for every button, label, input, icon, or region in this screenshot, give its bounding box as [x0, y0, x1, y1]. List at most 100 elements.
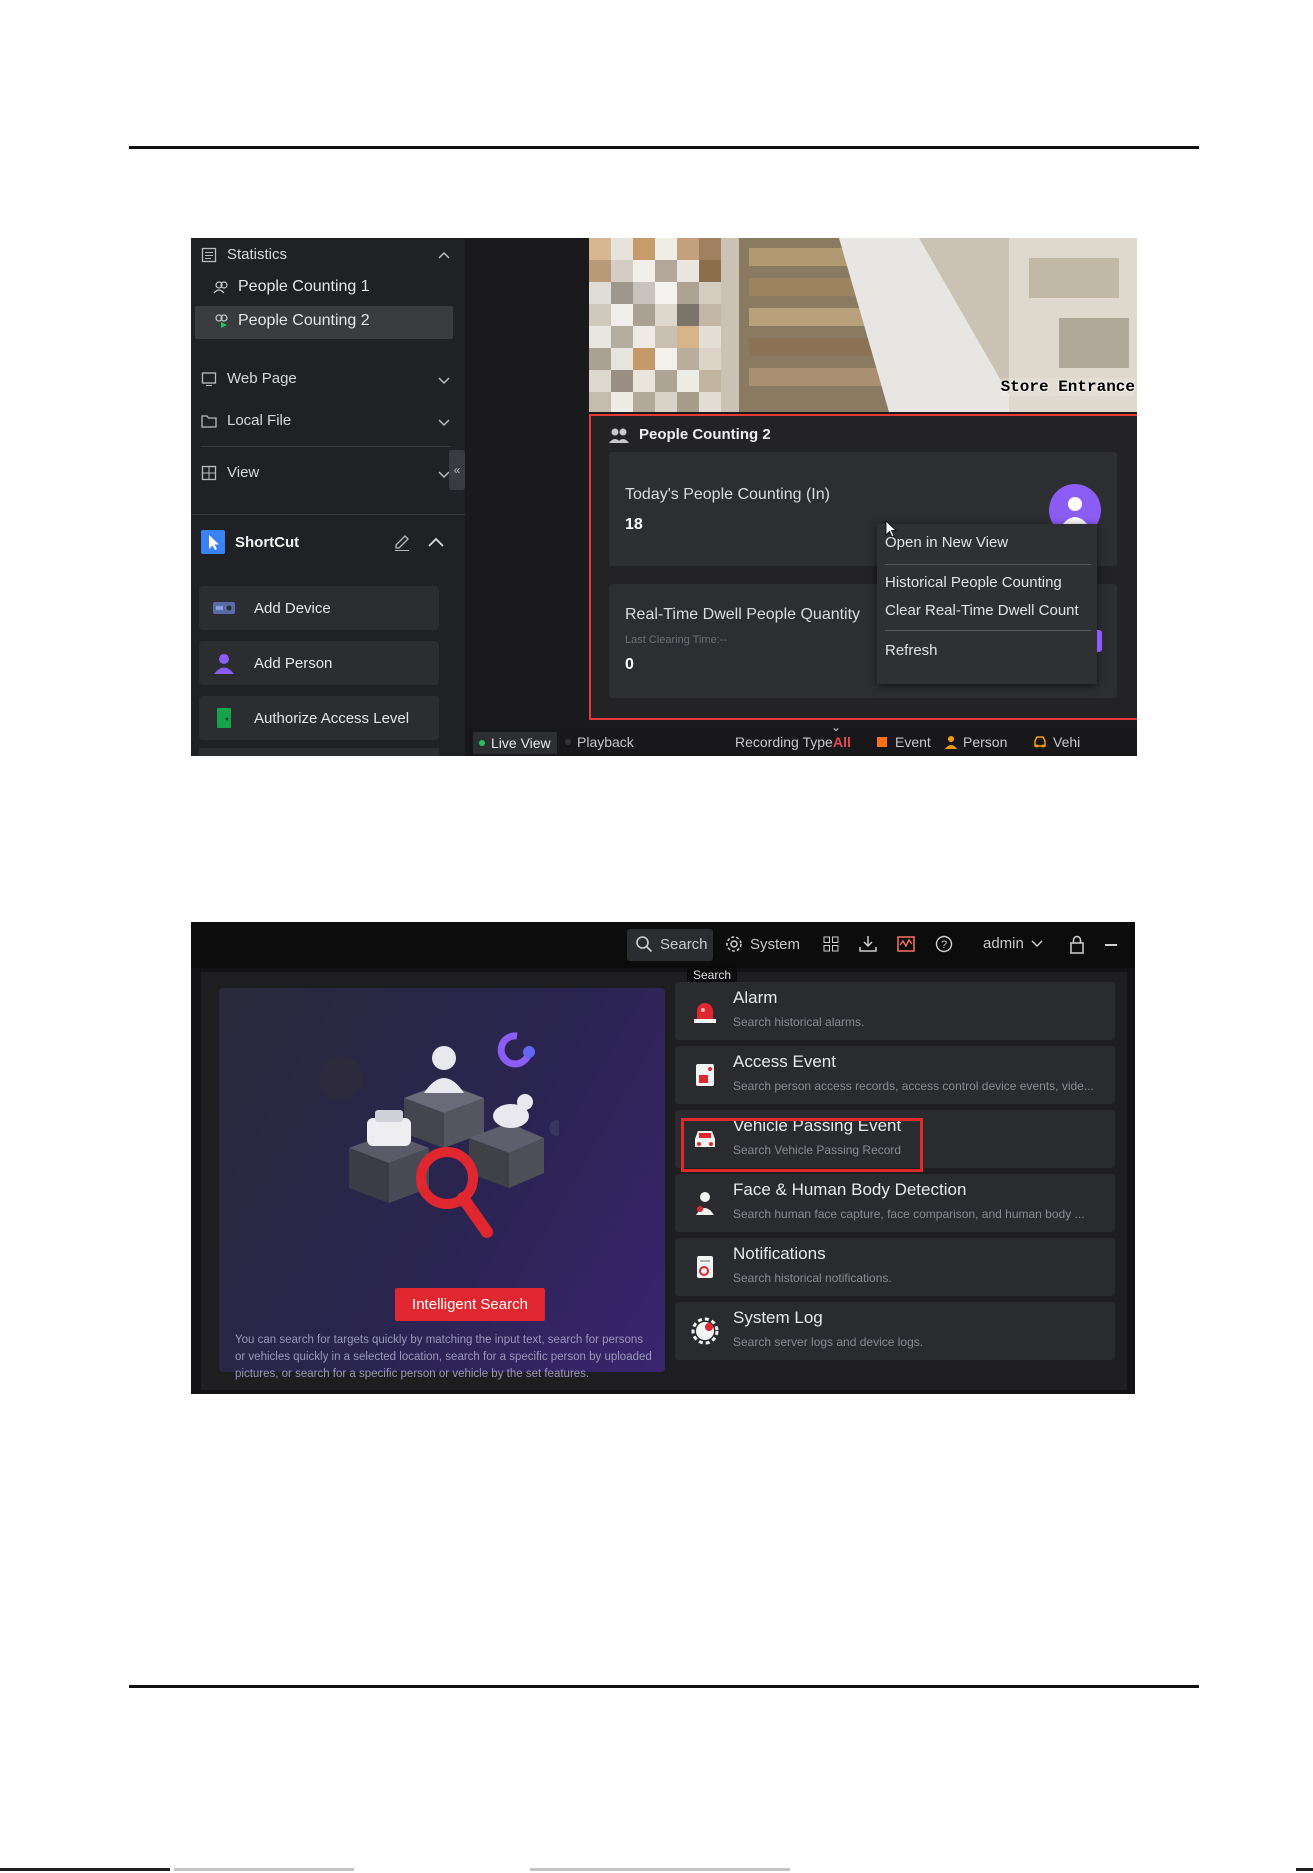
- system-label: System: [750, 935, 801, 953]
- chevron-down-icon[interactable]: [437, 418, 451, 428]
- playback-tab[interactable]: Playback: [565, 734, 634, 750]
- shortcut-next-item-edge: [199, 748, 439, 756]
- camera-video-feed[interactable]: Store Entrance: [589, 238, 1137, 412]
- live-view-label: Live View: [491, 735, 551, 751]
- gear-icon: [726, 936, 742, 952]
- sidebar-section-local-file[interactable]: Local File: [201, 412, 291, 429]
- help-icon[interactable]: ?: [935, 935, 953, 953]
- authorize-access-level-label: Authorize Access Level: [254, 709, 410, 727]
- live-dot-icon: [479, 740, 485, 746]
- category-title: Notifications: [733, 1244, 826, 1263]
- today-people-counting-value: 18: [625, 516, 643, 533]
- chevron-down-icon: [1031, 940, 1043, 947]
- sidebar-item-label: People Counting 1: [238, 278, 370, 295]
- person-icon: [214, 654, 234, 674]
- collapse-sidebar-button[interactable]: «: [449, 450, 465, 490]
- alarm-panel-icon[interactable]: [897, 935, 915, 953]
- category-desc: Search human face capture, face comparis…: [733, 1207, 1085, 1221]
- category-title: Access Event: [733, 1052, 836, 1071]
- menu-item-historical-people-counting[interactable]: Historical People Counting: [885, 574, 1062, 591]
- people-icon: [213, 281, 228, 294]
- chevron-up-icon[interactable]: [437, 250, 451, 260]
- search-icon: [636, 936, 653, 953]
- people-counting-screenshot: Statistics People Counting 1 People Coun…: [191, 238, 1137, 756]
- vehicle-filter[interactable]: Vehi: [1033, 734, 1080, 750]
- person-label: Person: [963, 734, 1008, 750]
- menu-item-open-in-new-view[interactable]: Open in New View: [885, 534, 1008, 551]
- authorize-access-level-button[interactable]: Authorize Access Level: [199, 696, 439, 740]
- header-rule: [129, 146, 1199, 149]
- download-icon[interactable]: [859, 935, 877, 953]
- scan-artifact-line: [0, 1868, 1313, 1871]
- monitor-icon: [201, 371, 217, 386]
- lock-icon[interactable]: [1069, 934, 1085, 954]
- notification-document-icon: [697, 1256, 713, 1278]
- panel-header: People Counting 2: [609, 426, 771, 443]
- search-category-face-human-body-detection[interactable]: Face & Human Body Detection Search human…: [675, 1174, 1115, 1232]
- search-category-alarm[interactable]: Alarm Search historical alarms.: [675, 982, 1115, 1040]
- system-button[interactable]: System: [725, 935, 800, 953]
- recording-type-value[interactable]: All: [833, 734, 851, 750]
- add-person-label: Add Person: [254, 654, 333, 672]
- intelligent-search-button[interactable]: Intelligent Search: [395, 1288, 545, 1321]
- mouse-cursor-icon: [885, 520, 897, 538]
- event-filter[interactable]: Event: [877, 734, 931, 750]
- vehicle-passing-event-highlight: [681, 1118, 923, 1172]
- grid-icon[interactable]: [823, 936, 839, 952]
- today-people-counting-title: Today's People Counting (In): [625, 486, 830, 503]
- cursor-icon: [201, 530, 225, 554]
- add-device-label: Add Device: [254, 599, 331, 617]
- user-menu[interactable]: admin: [983, 935, 1043, 952]
- edit-icon[interactable]: [393, 534, 411, 552]
- card-edge-purple: [1097, 630, 1102, 652]
- live-view-tab[interactable]: Live View: [473, 732, 557, 754]
- category-desc: Search historical alarms.: [733, 1015, 865, 1029]
- grid-view-icon: [201, 465, 217, 480]
- sidebar-section-view[interactable]: View: [201, 464, 259, 481]
- minimize-icon[interactable]: [1105, 944, 1117, 946]
- statistics-label: Statistics: [227, 246, 288, 263]
- context-menu: Open in New View Historical People Count…: [877, 524, 1097, 684]
- last-clearing-time: Last Clearing Time:--: [625, 634, 728, 646]
- sidebar: Statistics People Counting 1 People Coun…: [191, 238, 465, 756]
- sidebar-item-label: People Counting 2: [238, 312, 370, 329]
- folder-icon: [201, 414, 217, 428]
- sidebar-divider: [191, 514, 465, 515]
- chevron-down-icon[interactable]: [437, 376, 451, 386]
- menu-separator: [885, 630, 1091, 631]
- chevron-up-icon[interactable]: [427, 536, 445, 548]
- sidebar-item-people-counting-2[interactable]: People Counting 2: [213, 312, 370, 330]
- category-title: Face & Human Body Detection: [733, 1180, 967, 1199]
- username: admin: [983, 935, 1024, 952]
- collapse-glyph: «: [453, 463, 461, 477]
- top-toolbar: Search System ? admin: [191, 922, 1135, 968]
- intelligent-search-illustration: [319, 1032, 559, 1238]
- shortcut-header: ShortCut: [201, 530, 299, 554]
- category-title: Alarm: [733, 988, 778, 1007]
- people-play-icon: [215, 314, 228, 328]
- search-category-notifications[interactable]: Notifications Search historical notifica…: [675, 1238, 1115, 1296]
- menu-item-refresh[interactable]: Refresh: [885, 642, 938, 659]
- expand-icon[interactable]: ⌄: [831, 720, 841, 734]
- sidebar-section-statistics[interactable]: Statistics: [201, 246, 287, 263]
- sidebar-item-people-counting-1[interactable]: People Counting 1: [213, 278, 370, 296]
- add-person-button[interactable]: Add Person: [199, 641, 439, 685]
- add-device-button[interactable]: Add Device: [199, 586, 439, 630]
- event-label: Event: [895, 734, 931, 750]
- sidebar-divider: [201, 446, 451, 447]
- search-label: Search: [660, 935, 708, 953]
- person-filter[interactable]: Person: [945, 734, 1007, 750]
- local-file-label: Local File: [227, 412, 292, 429]
- system-log-gear-icon: [691, 1317, 719, 1345]
- person-filter-icon: [945, 736, 957, 749]
- sidebar-section-web-page[interactable]: Web Page: [201, 370, 297, 387]
- search-button[interactable]: Search: [635, 935, 708, 953]
- shortcut-label: ShortCut: [235, 533, 300, 551]
- footer-rule: [129, 1685, 1199, 1688]
- search-category-access-event[interactable]: Access Event Search person access record…: [675, 1046, 1115, 1104]
- category-desc: Search historical notifications.: [733, 1271, 892, 1285]
- access-door-icon: [217, 708, 231, 728]
- menu-item-clear-real-time-dwell-count[interactable]: Clear Real-Time Dwell Count: [885, 602, 1079, 619]
- category-desc: Search person access records, access con…: [733, 1079, 1094, 1093]
- search-category-system-log[interactable]: System Log Search server logs and device…: [675, 1302, 1115, 1360]
